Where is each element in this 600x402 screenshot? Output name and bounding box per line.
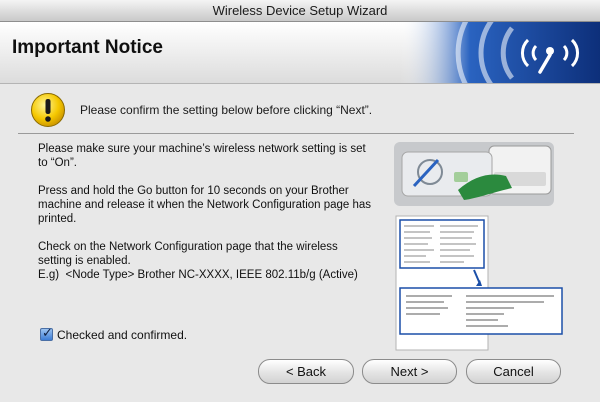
instruction-check-config: Check on the Network Configuration page …: [38, 241, 338, 267]
back-button[interactable]: < Back: [258, 359, 354, 384]
cancel-button[interactable]: Cancel: [466, 359, 561, 384]
warning-icon: [31, 93, 65, 127]
machine-go-button-illustration: [394, 142, 554, 206]
instruction-wireless-on: Please make sure your machine’s wireless…: [38, 143, 366, 169]
confirm-checkbox[interactable]: ✓: [40, 325, 53, 341]
instruction-example: E.g) <Node Type> Brother NC-XXXX, IEEE 8…: [38, 269, 358, 281]
window-title: Wireless Device Setup Wizard: [212, 3, 388, 18]
window-titlebar: Wireless Device Setup Wizard: [0, 0, 600, 22]
wireless-signal-icon: [400, 22, 600, 83]
next-button[interactable]: Next >: [362, 359, 457, 384]
confirm-checkbox-label[interactable]: Checked and confirmed.: [57, 328, 187, 342]
notice-text: Please confirm the setting below before …: [80, 103, 373, 117]
network-config-page-illustration: [395, 215, 563, 351]
notice-row: Please confirm the setting below before …: [30, 92, 570, 128]
page-title: Important Notice: [12, 37, 163, 58]
divider: [18, 133, 574, 134]
wizard-content: Please confirm the setting below before …: [18, 84, 582, 402]
instruction-print-config: Press and hold the Go button for 10 seco…: [38, 185, 372, 225]
wizard-header: Important Notice: [0, 22, 600, 84]
